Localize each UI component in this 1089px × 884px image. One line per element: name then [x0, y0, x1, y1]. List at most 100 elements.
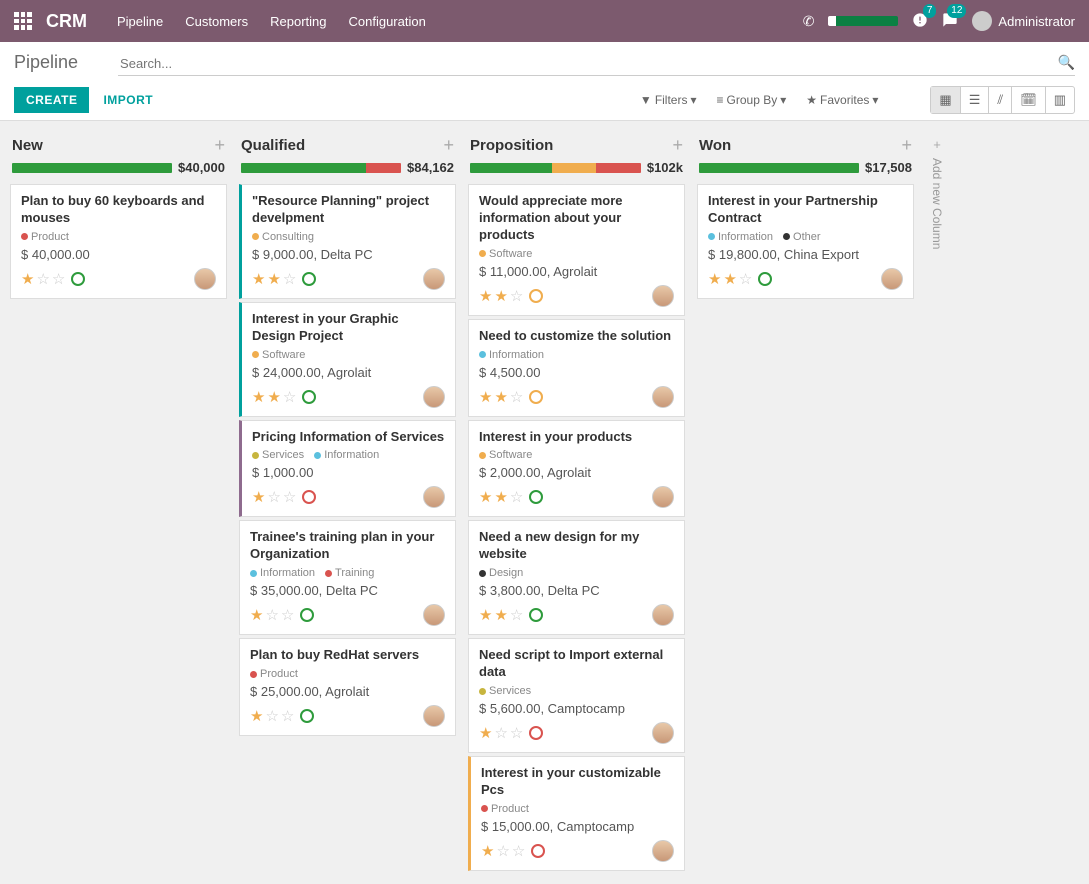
star-icon[interactable]: ☆	[512, 842, 525, 860]
import-button[interactable]: IMPORT	[103, 93, 153, 107]
favorites-dropdown[interactable]: ★ Favorites ▾	[798, 89, 886, 111]
star-icon[interactable]: ★	[21, 270, 34, 288]
kanban-card[interactable]: Pricing Information of Services Services…	[239, 420, 456, 518]
star-icon[interactable]: ☆	[265, 606, 278, 624]
column-title[interactable]: New	[12, 137, 214, 154]
activity-icon[interactable]: 7	[912, 12, 928, 31]
star-icon[interactable]: ★	[723, 270, 736, 288]
star-icon[interactable]: ★	[252, 270, 265, 288]
column-add-icon[interactable]: +	[443, 135, 454, 156]
star-icon[interactable]: ☆	[496, 842, 509, 860]
view-kanban-icon[interactable]: ▦	[931, 87, 960, 113]
star-icon[interactable]: ★	[479, 606, 492, 624]
view-graph-icon[interactable]: ⫽	[989, 87, 1012, 113]
kanban-card[interactable]: Interest in your Graphic Design Project …	[239, 302, 456, 417]
assignee-avatar[interactable]	[423, 604, 445, 626]
groupby-dropdown[interactable]: ≡ Group By ▾	[709, 89, 795, 111]
kanban-card[interactable]: Need to customize the solution Informati…	[468, 319, 685, 417]
star-icon[interactable]: ☆	[281, 606, 294, 624]
star-icon[interactable]: ★	[479, 287, 492, 305]
star-icon[interactable]: ★	[494, 488, 507, 506]
kanban-card[interactable]: Plan to buy RedHat servers Product $ 25,…	[239, 638, 456, 736]
nav-customers[interactable]: Customers	[185, 14, 248, 29]
search-box[interactable]: 🔍	[118, 52, 1075, 76]
assignee-avatar[interactable]	[652, 285, 674, 307]
star-icon[interactable]: ☆	[510, 724, 523, 742]
star-icon[interactable]: ☆	[52, 270, 65, 288]
star-icon[interactable]: ☆	[36, 270, 49, 288]
nav-configuration[interactable]: Configuration	[349, 14, 426, 29]
brand[interactable]: CRM	[46, 11, 87, 32]
star-icon[interactable]: ☆	[510, 388, 523, 406]
kanban-card[interactable]: Interest in your Partnership Contract In…	[697, 184, 914, 299]
assignee-avatar[interactable]	[423, 386, 445, 408]
view-calendar-icon[interactable]: 🗓	[1012, 87, 1046, 113]
star-icon[interactable]: ☆	[510, 606, 523, 624]
activity-ring-icon[interactable]	[71, 272, 85, 286]
activity-ring-icon[interactable]	[529, 490, 543, 504]
kanban-card[interactable]: Need a new design for my website Design …	[468, 520, 685, 635]
phone-icon[interactable]: ✆	[803, 13, 815, 30]
kanban-card[interactable]: Plan to buy 60 keyboards and mouses Prod…	[10, 184, 227, 299]
assignee-avatar[interactable]	[423, 705, 445, 727]
assignee-avatar[interactable]	[652, 722, 674, 744]
view-pivot-icon[interactable]: ▥	[1046, 87, 1074, 113]
star-icon[interactable]: ★	[479, 488, 492, 506]
star-icon[interactable]: ☆	[494, 724, 507, 742]
activity-ring-icon[interactable]	[531, 844, 545, 858]
assignee-avatar[interactable]	[652, 486, 674, 508]
kanban-card[interactable]: Need script to Import external data Serv…	[468, 638, 685, 753]
kanban-card[interactable]: "Resource Planning" project develpment C…	[239, 184, 456, 299]
add-column-button[interactable]: + Add new Column	[922, 131, 952, 249]
star-icon[interactable]: ☆	[283, 270, 296, 288]
assignee-avatar[interactable]	[194, 268, 216, 290]
assignee-avatar[interactable]	[423, 268, 445, 290]
star-icon[interactable]: ☆	[283, 388, 296, 406]
create-button[interactable]: CREATE	[14, 87, 89, 113]
kanban-card[interactable]: Interest in your products Software $ 2,0…	[468, 420, 685, 518]
view-list-icon[interactable]: ☰	[961, 87, 990, 113]
star-icon[interactable]: ★	[481, 842, 494, 860]
activity-ring-icon[interactable]	[529, 608, 543, 622]
kanban-card[interactable]: Interest in your customizable Pcs Produc…	[468, 756, 685, 871]
activity-ring-icon[interactable]	[302, 490, 316, 504]
star-icon[interactable]: ☆	[510, 488, 523, 506]
star-icon[interactable]: ★	[252, 488, 265, 506]
apps-icon[interactable]	[14, 12, 32, 30]
activity-ring-icon[interactable]	[300, 608, 314, 622]
star-icon[interactable]: ☆	[283, 488, 296, 506]
assignee-avatar[interactable]	[652, 386, 674, 408]
column-add-icon[interactable]: +	[901, 135, 912, 156]
star-icon[interactable]: ★	[494, 287, 507, 305]
star-icon[interactable]: ★	[250, 606, 263, 624]
progress-slider[interactable]	[828, 16, 898, 26]
assignee-avatar[interactable]	[423, 486, 445, 508]
assignee-avatar[interactable]	[652, 604, 674, 626]
nav-reporting[interactable]: Reporting	[270, 14, 326, 29]
activity-ring-icon[interactable]	[529, 390, 543, 404]
star-icon[interactable]: ★	[494, 606, 507, 624]
star-icon[interactable]: ★	[479, 388, 492, 406]
assignee-avatar[interactable]	[652, 840, 674, 862]
column-add-icon[interactable]: +	[672, 135, 683, 156]
column-title[interactable]: Won	[699, 137, 901, 154]
activity-ring-icon[interactable]	[302, 272, 316, 286]
star-icon[interactable]: ★	[252, 388, 265, 406]
star-icon[interactable]: ★	[267, 270, 280, 288]
star-icon[interactable]: ☆	[281, 707, 294, 725]
star-icon[interactable]: ☆	[739, 270, 752, 288]
activity-ring-icon[interactable]	[529, 726, 543, 740]
column-title[interactable]: Proposition	[470, 137, 672, 154]
star-icon[interactable]: ☆	[265, 707, 278, 725]
activity-ring-icon[interactable]	[758, 272, 772, 286]
column-title[interactable]: Qualified	[241, 137, 443, 154]
kanban-card[interactable]: Would appreciate more information about …	[468, 184, 685, 316]
messages-icon[interactable]: 12	[942, 12, 958, 31]
kanban-card[interactable]: Trainee's training plan in your Organiza…	[239, 520, 456, 635]
search-input[interactable]	[118, 52, 1075, 75]
filters-dropdown[interactable]: ▼ Filters ▾	[632, 89, 705, 111]
search-icon[interactable]: 🔍	[1058, 54, 1075, 71]
activity-ring-icon[interactable]	[302, 390, 316, 404]
star-icon[interactable]: ☆	[510, 287, 523, 305]
star-icon[interactable]: ★	[494, 388, 507, 406]
